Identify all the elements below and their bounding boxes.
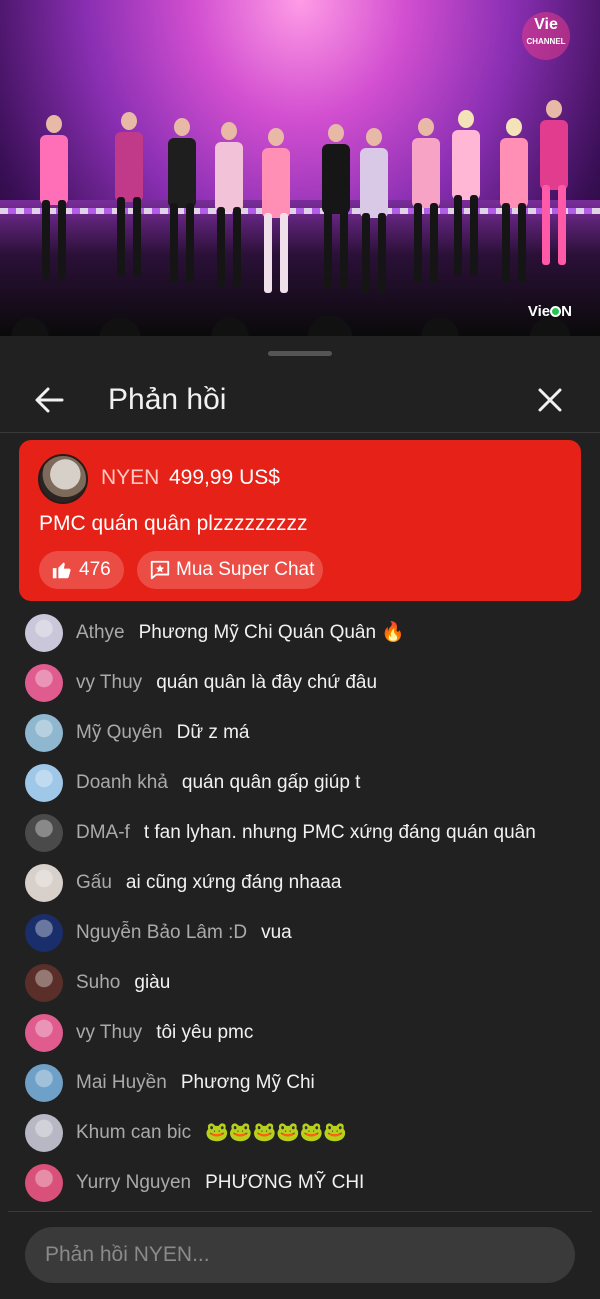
drag-handle[interactable] bbox=[268, 351, 332, 356]
avatar[interactable] bbox=[25, 714, 63, 752]
comment-line: Yurry Nguyen PHƯƠNG MỸ CHI bbox=[76, 1171, 364, 1195]
close-icon bbox=[538, 388, 562, 412]
video-player[interactable]: Vie CHANNEL Vie N bbox=[0, 0, 600, 336]
vieon-watermark: Vie N bbox=[527, 303, 572, 320]
comment-text: Phương Mỹ Chi bbox=[180, 1072, 315, 1093]
avatar[interactable] bbox=[25, 764, 63, 802]
list-item[interactable]: Mai Huyền Phương Mỹ Chi bbox=[0, 1058, 600, 1108]
comment-line: Nguyễn Bảo Lâm :D vua bbox=[76, 921, 292, 945]
comment-line: Mai Huyền Phương Mỹ Chi bbox=[76, 1071, 315, 1095]
list-item[interactable]: vy Thuy quán quân là đây chứ đâu bbox=[0, 658, 600, 708]
buy-super-chat-label: Mua Super Chat bbox=[176, 559, 315, 580]
avatar[interactable] bbox=[25, 914, 63, 952]
list-item[interactable]: Mỹ Quyên Dữ z má bbox=[0, 708, 600, 758]
comment-author[interactable]: Athye bbox=[76, 622, 125, 643]
comment-text: Phương Mỹ Chi Quán Quân 🔥 bbox=[138, 622, 405, 643]
comment-author[interactable]: DMA-f bbox=[76, 822, 130, 843]
stage-lights bbox=[0, 208, 600, 214]
comment-line: Mỹ Quyên Dữ z má bbox=[76, 721, 250, 745]
avatar[interactable] bbox=[25, 664, 63, 702]
comment-line: Khum can bic 🐸🐸🐸🐸🐸🐸 bbox=[76, 1121, 347, 1145]
comment-text: PHƯƠNG MỸ CHI bbox=[205, 1172, 365, 1193]
comment-author[interactable]: Mỹ Quyên bbox=[76, 722, 163, 743]
panel-title: Phản hồi bbox=[108, 383, 227, 416]
list-item[interactable]: Athye Phương Mỹ Chi Quán Quân 🔥 bbox=[0, 608, 600, 658]
avatar[interactable] bbox=[25, 814, 63, 852]
audience-silhouettes bbox=[0, 296, 600, 336]
avatar[interactable] bbox=[25, 1164, 63, 1202]
super-chat-icon bbox=[150, 560, 170, 580]
list-item[interactable]: Doanh khả quán quân gấp giúp t bbox=[0, 758, 600, 808]
comment-line: Suho giàu bbox=[76, 971, 170, 995]
comment-text: quán quân gấp giúp t bbox=[181, 772, 361, 793]
super-chat-amount: 499,99 US$ bbox=[169, 466, 280, 489]
header-divider bbox=[0, 432, 600, 433]
comment-list: Athye Phương Mỹ Chi Quán Quân 🔥 vy Thuy quá… bbox=[0, 608, 600, 1208]
like-button[interactable]: 476 bbox=[39, 551, 124, 589]
list-item[interactable]: vy Thuy tôi yêu pmc bbox=[0, 1008, 600, 1058]
thumbs-up-icon bbox=[52, 562, 71, 579]
comment-author[interactable]: vy Thuy bbox=[76, 672, 142, 693]
comment-text: t fan lyhan. nhưng PMC xứng đáng quán qu… bbox=[143, 822, 536, 843]
comment-author[interactable]: Doanh khả bbox=[76, 772, 168, 793]
comment-text: Dữ z má bbox=[176, 722, 250, 743]
super-chat-card: NYEN 499,99 US$ PMC quán quân plzzzzzzzz… bbox=[19, 440, 581, 601]
buy-super-chat-button[interactable]: Mua Super Chat bbox=[137, 551, 323, 589]
panel-header: Phản hồi bbox=[0, 366, 600, 432]
comment-text: giàu bbox=[134, 972, 171, 993]
back-button[interactable] bbox=[30, 380, 70, 420]
channel-logo-text: Vie bbox=[534, 16, 558, 33]
input-divider bbox=[8, 1211, 592, 1212]
avatar[interactable] bbox=[25, 964, 63, 1002]
comment-line: vy Thuy quán quân là đây chứ đâu bbox=[76, 671, 377, 695]
list-item[interactable]: Suho giàu bbox=[0, 958, 600, 1008]
comment-author[interactable]: Yurry Nguyen bbox=[76, 1172, 191, 1193]
reply-input[interactable] bbox=[25, 1227, 575, 1283]
avatar[interactable] bbox=[25, 614, 63, 652]
channel-logo: Vie CHANNEL bbox=[522, 12, 570, 60]
comment-line: Athye Phương Mỹ Chi Quán Quân 🔥 bbox=[76, 621, 405, 645]
comment-line: vy Thuy tôi yêu pmc bbox=[76, 1021, 253, 1045]
comment-author[interactable]: vy Thuy bbox=[76, 1022, 142, 1043]
like-count: 476 bbox=[79, 559, 111, 580]
avatar[interactable] bbox=[25, 1014, 63, 1052]
list-item[interactable]: Nguyễn Bảo Lâm :D vua bbox=[0, 908, 600, 958]
comment-text: 🐸🐸🐸🐸🐸🐸 bbox=[205, 1122, 348, 1143]
comment-text: vua bbox=[261, 922, 292, 943]
comment-text: ai cũng xứng đáng nhaaa bbox=[125, 872, 342, 893]
comment-line: Doanh khả quán quân gấp giúp t bbox=[76, 771, 360, 795]
arrow-left-icon bbox=[35, 387, 64, 413]
super-chat-author[interactable]: NYEN bbox=[101, 466, 159, 490]
comment-text: tôi yêu pmc bbox=[156, 1022, 254, 1043]
avatar[interactable] bbox=[25, 864, 63, 902]
avatar[interactable] bbox=[38, 454, 88, 504]
comment-text: quán quân là đây chứ đâu bbox=[156, 672, 378, 693]
replies-panel: Phản hồi NYEN 499,99 US$ PMC quán quân p… bbox=[0, 338, 600, 1299]
super-chat-message: PMC quán quân plzzzzzzzzz bbox=[39, 512, 308, 535]
list-item[interactable]: Gấu ai cũng xứng đáng nhaaa bbox=[0, 858, 600, 908]
list-item[interactable]: Khum can bic 🐸🐸🐸🐸🐸🐸 bbox=[0, 1108, 600, 1158]
comment-author[interactable]: Nguyễn Bảo Lâm :D bbox=[76, 922, 247, 943]
close-button[interactable] bbox=[530, 380, 570, 420]
list-item[interactable]: DMA-f t fan lyhan. nhưng PMC xứng đáng qu… bbox=[0, 808, 600, 858]
comment-author[interactable]: Khum can bic bbox=[76, 1122, 191, 1143]
live-chat-replies-screen: Vie CHANNEL Vie N Phản hồi NYEN 499,99 US bbox=[0, 0, 600, 1299]
comment-line: Gấu ai cũng xứng đáng nhaaa bbox=[76, 871, 341, 895]
avatar[interactable] bbox=[25, 1114, 63, 1152]
list-item[interactable]: Yurry Nguyen PHƯƠNG MỸ CHI bbox=[0, 1158, 600, 1208]
comment-author[interactable]: Gấu bbox=[76, 872, 112, 893]
comment-line: DMA-f t fan lyhan. nhưng PMC xứng đáng qu… bbox=[76, 821, 536, 845]
avatar[interactable] bbox=[25, 1064, 63, 1102]
comment-author[interactable]: Suho bbox=[76, 972, 120, 993]
comment-author[interactable]: Mai Huyền bbox=[76, 1072, 167, 1093]
channel-logo-sub: CHANNEL bbox=[526, 37, 566, 46]
